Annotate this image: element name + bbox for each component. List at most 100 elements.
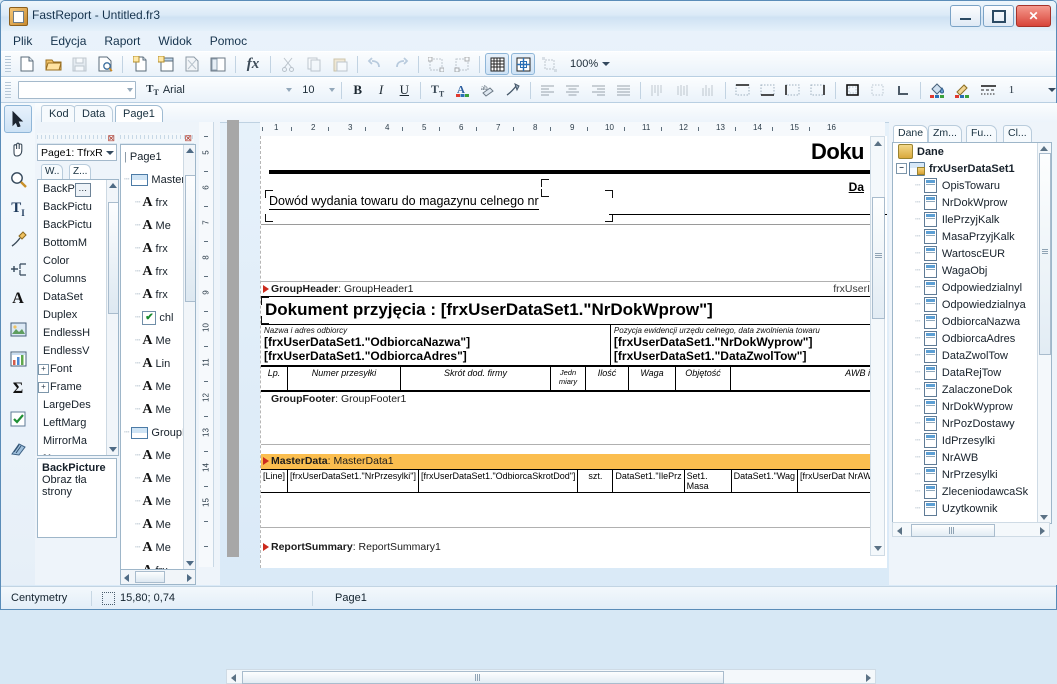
th-jedn-miary[interactable]: Jedn miary	[550, 366, 586, 391]
show-grid-icon[interactable]	[485, 53, 509, 75]
data-field[interactable]: ┄ OdbiorcaAdres	[893, 330, 1051, 347]
font-size-combo[interactable]: 10	[298, 81, 337, 99]
align-justify-icon[interactable]	[612, 79, 635, 101]
line-color-icon[interactable]	[951, 79, 974, 101]
inspector-object-selector[interactable]: Page1: TfrxR	[37, 144, 117, 161]
border-shadow-icon[interactable]	[892, 79, 915, 101]
highlight-icon[interactable]: ab	[477, 79, 500, 101]
paste-icon[interactable]	[328, 53, 352, 75]
band-header-masterdata[interactable]: MasterData: MasterData1	[261, 454, 874, 469]
page-settings-icon[interactable]	[206, 53, 230, 75]
scroll-up-icon[interactable]	[109, 183, 117, 188]
subtitle-object[interactable]: Dowód wydania towaru do magazynu celnego…	[265, 190, 613, 222]
align-left-icon[interactable]	[536, 79, 559, 101]
fill-color-icon[interactable]	[926, 79, 949, 101]
new-report-icon[interactable]	[15, 53, 39, 75]
canvas-hscrollbar[interactable]	[226, 669, 876, 684]
insert-band-tool[interactable]	[4, 255, 32, 283]
data-field[interactable]: ┄ NrDokWyprow	[893, 398, 1051, 415]
chart-tool[interactable]	[4, 345, 32, 373]
chevron-down-icon[interactable]	[286, 88, 293, 92]
group-footer-content[interactable]	[261, 407, 874, 445]
property-list-scrollbar[interactable]	[106, 180, 118, 455]
chevron-down-icon[interactable]	[127, 88, 134, 92]
th-ilosc[interactable]: Ilość	[585, 366, 629, 391]
menu-item-edycja[interactable]: Edycja	[50, 34, 86, 48]
scroll-thumb[interactable]	[872, 197, 885, 319]
th-objetosc[interactable]: Objętość	[675, 366, 731, 391]
report-tree-scrollbar[interactable]	[183, 145, 195, 569]
data-tab-funkcje[interactable]: Fu...	[966, 125, 998, 142]
align-right-icon[interactable]	[587, 79, 610, 101]
data-field[interactable]: ┄ NrDokWprow	[893, 194, 1051, 211]
align-to-grid-icon[interactable]	[537, 53, 561, 75]
valign-bottom-icon[interactable]	[697, 79, 720, 101]
style-combo[interactable]	[17, 81, 137, 99]
band-header-groupheader[interactable]: GroupHeader: GroupHeader1 frxUserI	[261, 282, 874, 297]
border-left-icon[interactable]	[782, 79, 805, 101]
redo-icon[interactable]	[389, 53, 413, 75]
function-icon[interactable]: fx	[241, 53, 265, 75]
property-list[interactable]: BackP… BackPictu BackPictu BottomM Color…	[37, 179, 119, 456]
th-awb[interactable]: AWB i	[730, 366, 874, 391]
scroll-right-icon[interactable]	[1040, 527, 1045, 535]
header-rule[interactable]	[269, 170, 872, 174]
cut-icon[interactable]	[276, 53, 300, 75]
sum-tool[interactable]: Σ	[4, 375, 32, 403]
report-tree-drag-bar[interactable]: ⊠	[120, 133, 194, 144]
barcode-tool[interactable]	[4, 435, 32, 463]
open-report-icon[interactable]	[41, 53, 65, 75]
border-all-icon[interactable]	[841, 79, 864, 101]
menu-item-pomoc[interactable]: Pomoc	[210, 34, 247, 48]
new-dialog-icon[interactable]	[154, 53, 178, 75]
new-page-icon[interactable]	[128, 53, 152, 75]
scroll-left-icon[interactable]	[897, 527, 902, 535]
scroll-right-icon[interactable]	[187, 574, 192, 582]
ungroup-icon[interactable]	[450, 53, 474, 75]
data-field[interactable]: ┄ NrPozDostawy	[893, 415, 1051, 432]
border-bottom-icon[interactable]	[756, 79, 779, 101]
data-tree-scrollbar[interactable]	[1037, 143, 1051, 523]
text-tool[interactable]: TI	[4, 195, 32, 223]
report-title-object[interactable]: Doku	[811, 139, 865, 165]
cell-line[interactable]: [Line]	[261, 469, 289, 493]
data-field[interactable]: ┄ OpisTowaru	[893, 177, 1051, 194]
chevron-down-icon[interactable]	[106, 150, 114, 155]
menu-item-plik[interactable]: Plik	[13, 34, 32, 48]
border-top-icon[interactable]	[731, 79, 754, 101]
snap-to-grid-icon[interactable]	[511, 53, 535, 75]
scroll-down-icon[interactable]	[109, 447, 117, 452]
border-none-icon[interactable]	[866, 79, 889, 101]
zoom-control[interactable]: 100%	[570, 58, 611, 70]
cell-waga[interactable]: Set1. Masa	[683, 469, 732, 493]
scroll-thumb[interactable]	[108, 202, 118, 314]
font-style-icon[interactable]: TT	[426, 79, 449, 101]
customs-expr-1[interactable]: [frxUserDataSet1."NrDokWyprow"]	[611, 335, 874, 349]
cell-nrprzesylki[interactable]: [frxUserDataSet1."NrPrzesylki"]	[287, 469, 419, 493]
scroll-up-icon[interactable]	[186, 148, 194, 153]
checkbox-tool[interactable]	[4, 405, 32, 433]
preview-icon[interactable]	[93, 53, 117, 75]
report-tree-hscrollbar[interactable]	[120, 570, 196, 585]
data-field[interactable]: ┄ NrPrzesylki	[893, 466, 1051, 483]
data-field[interactable]: ┄ ZalaczoneDok	[893, 381, 1051, 398]
data-field[interactable]: ┄ Odpowiedzialnyl	[893, 279, 1051, 296]
font-color-icon[interactable]: A	[451, 79, 474, 101]
page-header-band[interactable]: Doku Da Dowód wydania towaru do magazynu…	[261, 136, 887, 225]
data-tree-root[interactable]: Dane	[893, 143, 1051, 160]
master-data-table[interactable]: [Line] [frxUserDataSet1."NrPrzesylki"] […	[261, 469, 874, 493]
cell-odbiorcaskrot[interactable]: [frxUserDataSet1."OdbiorcaSkrotDod"]	[417, 469, 579, 493]
ellipsis-button[interactable]: …	[74, 183, 91, 197]
scroll-down-icon[interactable]	[1040, 515, 1048, 520]
minimize-button[interactable]	[950, 5, 981, 27]
inspector-drag-bar[interactable]: ⊠	[37, 133, 117, 144]
data-tab-zmienne[interactable]: Zm...	[928, 125, 962, 142]
tab-data[interactable]: Data	[74, 105, 114, 122]
font-name-combo[interactable]: TT Arial	[142, 81, 294, 99]
group-header-table[interactable]: Nazwa i adres odbiorcy [frxUserDataSet1.…	[261, 324, 874, 366]
scroll-thumb[interactable]	[185, 175, 195, 302]
data-field[interactable]: ┄ NrAWB	[893, 449, 1051, 466]
scroll-thumb[interactable]	[242, 671, 724, 684]
group-header-content[interactable]: Dokument przyjęcia : [frxUserDataSet1."N…	[261, 297, 874, 392]
rich-text-tool[interactable]: A	[4, 285, 32, 313]
